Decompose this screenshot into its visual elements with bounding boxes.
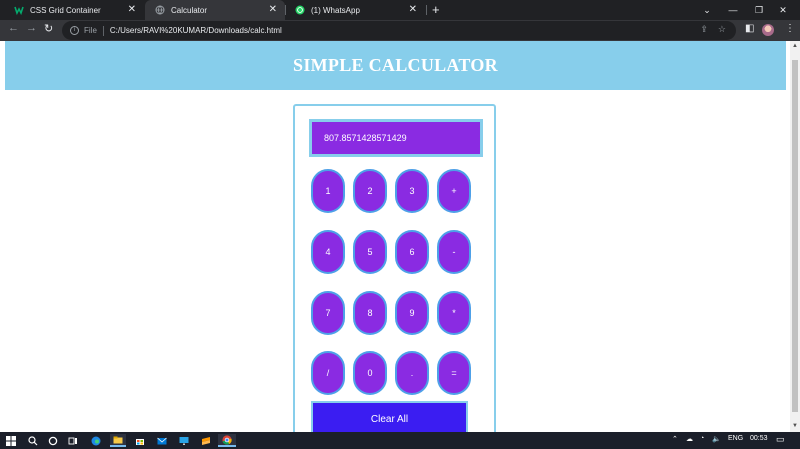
task-view-icon[interactable]: [66, 434, 80, 447]
page-viewport: SIMPLE CALCULATOR 807.8571428571429 1 2 …: [0, 41, 790, 432]
globe-icon: [155, 5, 165, 15]
volume-icon[interactable]: 🔈: [712, 435, 721, 443]
info-icon[interactable]: i: [70, 26, 79, 35]
tab-divider: [285, 5, 286, 15]
scrollbar-thumb[interactable]: [792, 60, 798, 412]
reload-icon[interactable]: ↻: [44, 22, 53, 35]
bookmark-star-icon[interactable]: ☆: [718, 24, 726, 35]
wifi-icon[interactable]: ◔: [700, 435, 704, 442]
key-6[interactable]: 6: [395, 230, 429, 274]
calculator: 807.8571428571429 1 2 3 + 4 5 6 - 7 8 9 …: [293, 104, 496, 432]
store-icon[interactable]: [132, 434, 148, 447]
page-title: SIMPLE CALCULATOR: [293, 55, 498, 75]
key-0[interactable]: 0: [353, 351, 387, 395]
omnibox-divider: [102, 25, 104, 36]
file-explorer-icon[interactable]: [110, 434, 126, 447]
cloud-icon[interactable]: ☁: [686, 435, 693, 443]
url-text: C:/Users/RAVI%20KUMAR/Downloads/calc.htm…: [109, 26, 282, 35]
tab-title: Calculator: [171, 5, 208, 15]
calculator-display[interactable]: 807.8571428571429: [309, 119, 483, 157]
w3schools-icon: [14, 5, 24, 16]
mail-icon[interactable]: [154, 434, 170, 447]
key-divide[interactable]: /: [311, 351, 345, 395]
language-indicator[interactable]: ENG: [728, 435, 743, 442]
key-3[interactable]: 3: [395, 169, 429, 213]
key-subtract[interactable]: -: [437, 230, 471, 274]
chrome-icon[interactable]: [218, 434, 236, 447]
header-banner: SIMPLE CALCULATOR: [5, 41, 786, 90]
close-icon[interactable]: ✕: [409, 4, 417, 16]
close-icon[interactable]: ✕: [269, 4, 277, 16]
key-7[interactable]: 7: [311, 291, 345, 335]
taskbar: ⌃ ☁ ◔ 🔈 ENG 00:53 ▭: [0, 432, 800, 449]
clear-all-button[interactable]: Clear All: [311, 401, 468, 432]
sublime-text-icon[interactable]: [198, 434, 214, 447]
key-9[interactable]: 9: [395, 291, 429, 335]
scroll-down-arrow-icon[interactable]: ▼: [792, 423, 798, 429]
key-2[interactable]: 2: [353, 169, 387, 213]
tab-calculator[interactable]: Calculator ✕: [145, 0, 285, 20]
tab-whatsapp[interactable]: (1) WhatsApp ✕: [285, 0, 425, 20]
close-icon[interactable]: ✕: [128, 4, 136, 16]
new-tab-button[interactable]: +: [432, 2, 440, 17]
tab-divider: [426, 5, 427, 15]
address-bar[interactable]: i File C:/Users/RAVI%20KUMAR/Downloads/c…: [62, 21, 736, 40]
monitor-icon[interactable]: [176, 434, 192, 447]
key-5[interactable]: 5: [353, 230, 387, 274]
windows-start-icon[interactable]: [4, 434, 18, 447]
scroll-up-arrow-icon[interactable]: ▲: [792, 43, 798, 49]
notification-icon[interactable]: ▭: [776, 434, 785, 445]
browser-toolbar: ← → ↻ i File C:/Users/RAVI%20KUMAR/Downl…: [0, 20, 800, 41]
profile-avatar[interactable]: [762, 24, 774, 36]
chevron-up-icon[interactable]: ⌃: [672, 435, 678, 443]
back-icon[interactable]: ←: [8, 22, 19, 34]
tab-css-grid[interactable]: CSS Grid Container ✕: [4, 0, 144, 20]
scheme-label: File: [84, 26, 97, 35]
menu-kebab-icon[interactable]: ⋮: [785, 23, 795, 34]
clock-time[interactable]: 00:53: [750, 435, 768, 442]
forward-icon[interactable]: →: [26, 22, 37, 34]
edge-icon[interactable]: [88, 434, 104, 447]
key-1[interactable]: 1: [311, 169, 345, 213]
key-4[interactable]: 4: [311, 230, 345, 274]
tab-title: (1) WhatsApp: [311, 5, 360, 15]
key-8[interactable]: 8: [353, 291, 387, 335]
key-add[interactable]: +: [437, 169, 471, 213]
key-multiply[interactable]: *: [437, 291, 471, 335]
tab-title: CSS Grid Container: [30, 5, 101, 15]
search-icon[interactable]: [26, 434, 40, 447]
tab-strip: CSS Grid Container ✕ Calculator ✕ (1) Wh…: [0, 0, 800, 20]
share-icon[interactable]: ⇪: [700, 24, 708, 35]
cortana-icon[interactable]: [46, 434, 60, 447]
close-window-button[interactable]: ✕: [766, 0, 800, 20]
key-equals[interactable]: =: [437, 351, 471, 395]
side-panel-icon[interactable]: ◧: [745, 23, 754, 34]
whatsapp-icon: [295, 5, 305, 15]
key-decimal[interactable]: .: [395, 351, 429, 395]
